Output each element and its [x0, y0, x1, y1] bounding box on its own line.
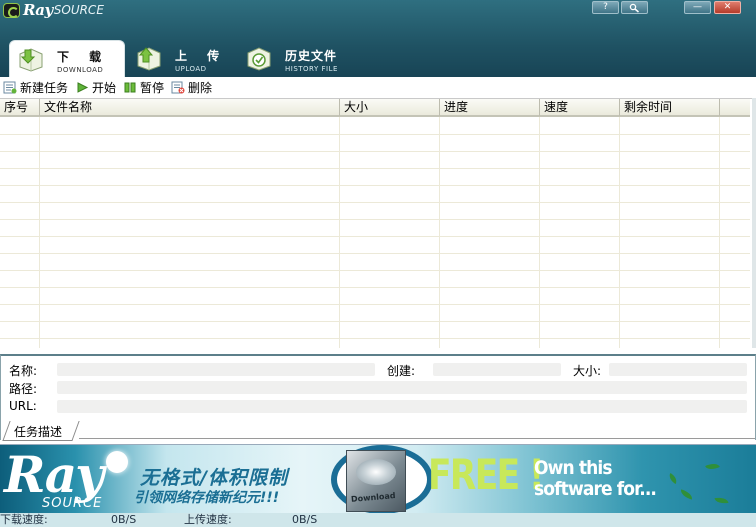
minimize-button[interactable]: —: [684, 1, 711, 14]
delete-icon: [171, 81, 185, 93]
table-row-divider: [0, 270, 750, 271]
history-icon: [247, 47, 271, 71]
tab-history-sublabel: HISTORY FILE: [285, 65, 338, 73]
tab-download[interactable]: 下 载 DOWNLOAD: [9, 40, 125, 77]
new-task-label: 新建任务: [20, 80, 69, 95]
table-column-divider: [539, 117, 540, 348]
upload-speed-label: 上传速度:: [184, 513, 232, 526]
pause-icon: [124, 82, 136, 92]
table-row-divider: [0, 338, 750, 339]
table-row-divider: [0, 219, 750, 220]
column-header-speed[interactable]: 速度: [540, 99, 620, 116]
search-button[interactable]: [621, 1, 648, 14]
detail-size-value: [609, 363, 747, 376]
logo-text-source: SOURCE: [53, 3, 104, 17]
tab-divider: [79, 438, 755, 439]
start-label: 开始: [92, 80, 117, 95]
table-column-divider: [439, 117, 440, 348]
banner-own-line2: software for...: [534, 478, 657, 500]
download-icon: [19, 48, 43, 72]
column-header-filename[interactable]: 文件名称: [40, 99, 340, 116]
detail-name-value: [57, 363, 375, 376]
table-scrollbar[interactable]: [752, 98, 756, 348]
task-table[interactable]: 序号 文件名称 大小 进度 速度 剩余时间: [0, 98, 752, 348]
table-row-divider: [0, 287, 750, 288]
banner-own-line1: Own this: [534, 457, 613, 479]
pause-button[interactable]: 暂停: [120, 78, 168, 96]
tab-download-sublabel: DOWNLOAD: [57, 66, 104, 74]
logo-text-ray: Ray: [23, 1, 53, 19]
detail-name-label: 名称:: [9, 364, 38, 378]
delete-button[interactable]: 删除: [168, 78, 216, 96]
detail-created-label: 创建:: [387, 364, 416, 378]
detail-url-label: URL:: [9, 399, 37, 413]
detail-size-label: 大小:: [573, 364, 602, 378]
delete-label: 删除: [188, 80, 213, 95]
disc-icon: [356, 459, 396, 485]
table-body: [0, 117, 750, 348]
upload-speed-value: 0B/S: [292, 513, 318, 526]
new-task-icon: [3, 81, 17, 93]
table-header: 序号 文件名称 大小 进度 速度 剩余时间: [0, 99, 750, 117]
ad-banner[interactable]: Ray SOURCE 无格式/体积限制 引领网络存储新纪元!!! Downloa…: [0, 444, 756, 513]
table-row-divider: [0, 202, 750, 203]
leaf-icon: [666, 472, 680, 485]
task-details-panel: 名称: 创建: 大小: 路径: URL: 任务描述: [0, 354, 756, 441]
table-column-divider: [339, 117, 340, 348]
leaf-icon: [705, 460, 720, 473]
new-task-button[interactable]: 新建任务: [0, 78, 72, 96]
help-button[interactable]: ?: [592, 1, 619, 14]
download-speed-label: 下载速度:: [0, 513, 48, 526]
banner-logo-ray: Ray: [4, 445, 104, 504]
table-row-divider: [0, 134, 750, 135]
banner-slogan-line2: 引领网络存储新纪元!!!: [134, 490, 280, 506]
tab-history[interactable]: 历史文件 HISTORY FILE: [238, 40, 368, 77]
pause-label: 暂停: [140, 80, 165, 95]
column-header-progress[interactable]: 进度: [440, 99, 540, 116]
detail-url-value: [57, 400, 747, 413]
tab-upload-label: 上 传: [175, 49, 228, 63]
table-column-divider: [719, 117, 720, 348]
magnifier-icon: [629, 3, 639, 13]
toolbar: 新建任务 开始 暂停 删除: [0, 77, 756, 97]
table-row-divider: [0, 253, 750, 254]
detail-path-label: 路径:: [9, 382, 38, 396]
banner-free-text: FREE !: [428, 450, 545, 499]
title-bar: Ray SOURCE ? — ✕ 下 载 DOWNLOAD 上 传 UPLOAD: [0, 0, 756, 77]
start-button[interactable]: 开始: [72, 78, 120, 96]
table-row-divider: [0, 304, 750, 305]
table-column-divider: [39, 117, 40, 348]
app-logo: Ray SOURCE: [3, 1, 104, 19]
leaf-icon: [679, 489, 694, 500]
start-icon: [77, 81, 89, 93]
upload-icon: [137, 47, 161, 71]
table-row-divider: [0, 321, 750, 322]
column-header-index[interactable]: 序号: [0, 99, 40, 116]
close-button[interactable]: ✕: [714, 1, 741, 14]
leaf-icon: [714, 495, 729, 506]
table-row-divider: [0, 185, 750, 186]
table-column-divider: [619, 117, 620, 348]
table-row-divider: [0, 151, 750, 152]
task-description-tab[interactable]: 任务描述: [14, 423, 62, 440]
table-row-divider: [0, 236, 750, 237]
tab-upload[interactable]: 上 传 UPLOAD: [128, 40, 238, 77]
banner-logo-source: SOURCE: [42, 496, 103, 511]
tab-history-label: 历史文件: [285, 49, 338, 63]
sun-icon: [106, 451, 128, 473]
status-bar: 下载速度: 0B/S 上传速度: 0B/S: [0, 513, 756, 527]
column-header-size[interactable]: 大小: [340, 99, 440, 116]
detail-path-value: [57, 381, 747, 394]
column-header-filler: [720, 99, 750, 116]
logo-mark-icon: [3, 2, 20, 18]
download-speed-value: 0B/S: [111, 513, 137, 526]
tab-upload-sublabel: UPLOAD: [175, 65, 207, 73]
banner-slogan-line1: 无格式/体积限制: [140, 467, 288, 489]
table-row-divider: [0, 168, 750, 169]
tab-download-label: 下 载: [57, 50, 110, 64]
column-header-remaining[interactable]: 剩余时间: [620, 99, 720, 116]
detail-created-value: [433, 363, 561, 376]
